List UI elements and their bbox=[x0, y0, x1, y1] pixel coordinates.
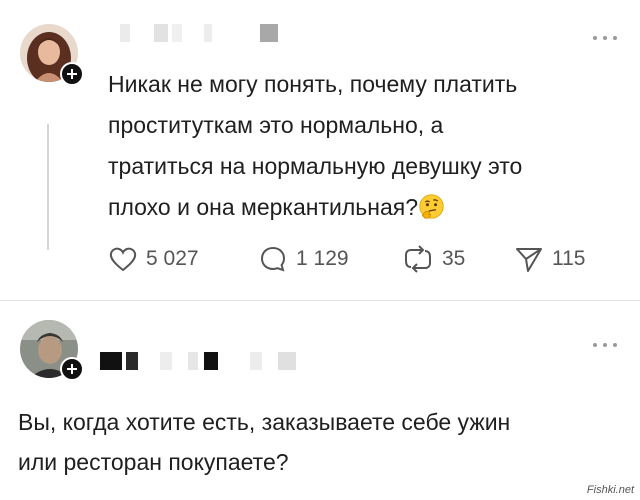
post-2-more-icon[interactable] bbox=[593, 341, 617, 349]
repost-button[interactable]: 35 bbox=[402, 244, 465, 274]
post-divider bbox=[0, 300, 640, 301]
post-1-text-line: плохо и она меркантильная? bbox=[108, 194, 418, 220]
comment-icon bbox=[260, 246, 286, 272]
like-button[interactable]: 5 027 bbox=[108, 244, 199, 274]
plus-icon bbox=[67, 364, 77, 374]
watermark: Fishki.net bbox=[586, 484, 634, 496]
follow-button[interactable] bbox=[60, 357, 84, 381]
repost-icon bbox=[405, 245, 431, 273]
plus-icon bbox=[67, 69, 77, 79]
post-1-text-line: проституткам это нормально, а bbox=[108, 112, 444, 138]
heart-icon bbox=[109, 247, 137, 272]
post-1-more-icon[interactable] bbox=[593, 34, 617, 42]
share-count: 115 bbox=[552, 247, 586, 270]
send-icon bbox=[516, 248, 542, 272]
post-2-text-line: или ресторан покупаете? bbox=[18, 449, 289, 475]
thinking-face-icon bbox=[419, 194, 444, 219]
post-1-text-line-with-emoji: плохо и она меркантильная? bbox=[108, 187, 618, 228]
post-2-username[interactable] bbox=[100, 352, 310, 370]
repost-count: 35 bbox=[442, 247, 466, 270]
thread-line bbox=[47, 124, 49, 250]
like-count: 5 027 bbox=[146, 247, 199, 270]
comment-button[interactable]: 1 129 bbox=[258, 244, 349, 274]
post-1-text-line: Никак не могу понять, почему платить bbox=[108, 71, 518, 97]
follow-button[interactable] bbox=[60, 62, 84, 86]
comment-count: 1 129 bbox=[296, 247, 349, 270]
post-1-text-line: тратиться на нормальную девушку это bbox=[108, 153, 523, 179]
post-1-username[interactable] bbox=[108, 24, 288, 42]
post-2-text-line: Вы, когда хотите есть, заказываете себе … bbox=[18, 409, 511, 435]
share-button[interactable]: 115 bbox=[514, 244, 585, 274]
post-1-actions: 5 027 1 129 35 115 bbox=[108, 244, 608, 274]
post-2-text: Вы, когда хотите есть, заказываете себе … bbox=[18, 402, 628, 482]
feed: Никак не могу понять, почему платить про… bbox=[0, 0, 640, 500]
post-1-text: Никак не могу понять, почему платить про… bbox=[108, 64, 618, 228]
